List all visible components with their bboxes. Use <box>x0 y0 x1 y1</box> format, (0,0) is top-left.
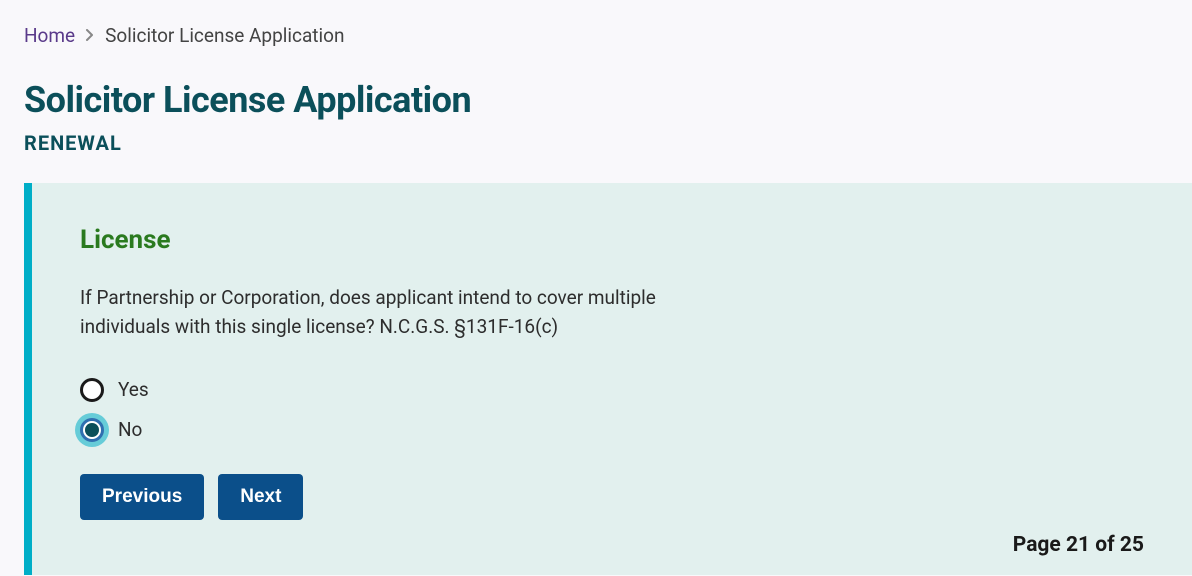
page-title: Solicitor License Application <box>24 79 1168 121</box>
breadcrumb: Home Solicitor License Application <box>0 0 1192 47</box>
radio-label-yes: Yes <box>118 378 149 401</box>
previous-button[interactable]: Previous <box>80 474 204 520</box>
radio-icon <box>80 378 104 402</box>
radio-icon-selected <box>80 418 104 442</box>
page-indicator: Page 21 of 25 <box>1013 533 1144 557</box>
breadcrumb-current: Solicitor License Application <box>105 24 344 47</box>
question-text: If Partnership or Corporation, does appl… <box>80 283 670 342</box>
radio-group-cover-multiple: Yes No <box>80 378 1144 442</box>
section-title-license: License <box>80 225 1144 255</box>
form-panel: License If Partnership or Corporation, d… <box>24 183 1192 575</box>
next-button[interactable]: Next <box>218 474 303 520</box>
page-subtitle: RENEWAL <box>24 131 1168 155</box>
page-header: Solicitor License Application RENEWAL <box>0 47 1192 183</box>
chevron-right-icon <box>85 26 95 45</box>
radio-option-no[interactable]: No <box>80 418 1144 442</box>
button-row: Previous Next <box>80 474 1144 520</box>
radio-label-no: No <box>118 418 142 441</box>
breadcrumb-home-link[interactable]: Home <box>24 24 75 47</box>
radio-option-yes[interactable]: Yes <box>80 378 1144 402</box>
